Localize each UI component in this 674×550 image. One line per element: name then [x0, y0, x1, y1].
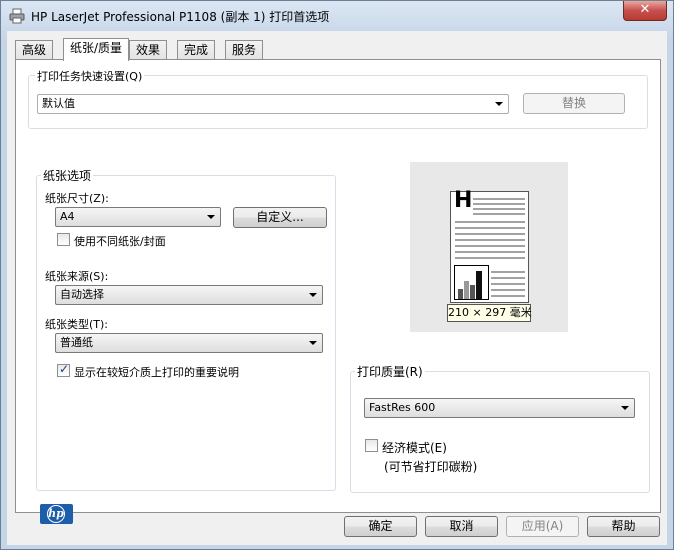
print-quality-group: 打印质量(R) FastRes 600 经济模式(E) (可节省打印碳粉) — [350, 363, 650, 493]
economode-note: (可节省打印碳粉) — [384, 460, 478, 474]
quick-set-group: 打印任务快速设置(Q) 默认值 替换 — [28, 68, 648, 129]
paper-size-label: 纸张尺寸(Z): — [45, 192, 109, 205]
tab-advanced[interactable]: 高级 — [15, 40, 54, 60]
paper-options-group: 纸张选项 纸张尺寸(Z): A4 自定义... 使用不同纸张/封面 纸张来源(S… — [36, 167, 336, 491]
different-paper-checkbox[interactable] — [57, 233, 70, 246]
paper-source-label: 纸张来源(S): — [45, 270, 109, 283]
paper-size-dimensions: 210 × 297 毫米 — [447, 304, 532, 322]
print-quality-value: FastRes 600 — [369, 401, 436, 414]
chevron-down-icon — [495, 102, 503, 106]
economode-checkbox[interactable] — [365, 439, 378, 452]
paper-source-combo[interactable]: 自动选择 — [55, 285, 323, 305]
paper-size-combo[interactable]: A4 — [55, 207, 221, 227]
window-title: HP LaserJet Professional P1108 (副本 1) 打印… — [31, 10, 330, 24]
tab-paper-quality[interactable]: 纸张/质量 — [63, 38, 130, 61]
paper-preview: H 210 × 297 毫米 — [410, 162, 568, 332]
printer-icon — [9, 8, 25, 24]
chevron-down-icon — [309, 341, 317, 345]
tab-services[interactable]: 服务 — [225, 40, 264, 60]
replace-button[interactable]: 替换 — [523, 93, 625, 114]
quick-set-label: 打印任务快速设置(Q) — [35, 68, 145, 84]
show-notes-label: 显示在较短介质上打印的重要说明 — [74, 366, 239, 379]
tab-finishing[interactable]: 完成 — [177, 40, 216, 60]
apply-button[interactable]: 应用(A) — [506, 516, 579, 537]
chevron-down-icon — [621, 406, 629, 410]
economode-label: 经济模式(E) — [382, 441, 447, 455]
show-notes-checkbox[interactable] — [57, 362, 70, 377]
quick-set-value: 默认值 — [42, 97, 75, 110]
print-quality-combo[interactable]: FastRes 600 — [364, 398, 635, 418]
ok-button[interactable]: 确定 — [344, 516, 417, 537]
preview-bar-chart-icon — [454, 265, 489, 300]
chevron-down-icon — [309, 293, 317, 297]
different-paper-label: 使用不同纸张/封面 — [74, 235, 166, 248]
paper-type-label: 纸张类型(T): — [45, 318, 109, 331]
preview-sheet: H — [450, 188, 529, 303]
title-bar[interactable]: HP LaserJet Professional P1108 (副本 1) 打印… — [1, 1, 673, 31]
hp-logo: hp — [40, 504, 73, 524]
tab-page: 打印任务快速设置(Q) 默认值 替换 纸张选项 纸张尺寸(Z): A4 自定义.… — [15, 59, 661, 524]
custom-size-button[interactable]: 自定义... — [233, 207, 327, 228]
dialog-client: 高级 纸张/质量 效果 完成 服务 打印任务快速设置(Q) 默认值 替换 纸张选… — [7, 31, 667, 545]
paper-source-value: 自动选择 — [60, 288, 104, 301]
paper-size-value: A4 — [60, 210, 75, 223]
print-quality-label: 打印质量(R) — [355, 363, 425, 380]
close-button[interactable]: ✕ — [623, 1, 667, 21]
tab-effects[interactable]: 效果 — [129, 40, 168, 60]
paper-type-combo[interactable]: 普通纸 — [55, 333, 323, 353]
hp-logo-text: hp — [47, 505, 65, 523]
chevron-down-icon — [207, 215, 215, 219]
paper-options-label: 纸张选项 — [41, 167, 94, 184]
paper-type-value: 普通纸 — [60, 336, 93, 349]
dialog-window: HP LaserJet Professional P1108 (副本 1) 打印… — [0, 0, 674, 550]
help-button[interactable]: 帮助 — [587, 516, 660, 537]
quick-set-combo[interactable]: 默认值 — [37, 94, 509, 114]
cancel-button[interactable]: 取消 — [425, 516, 498, 537]
